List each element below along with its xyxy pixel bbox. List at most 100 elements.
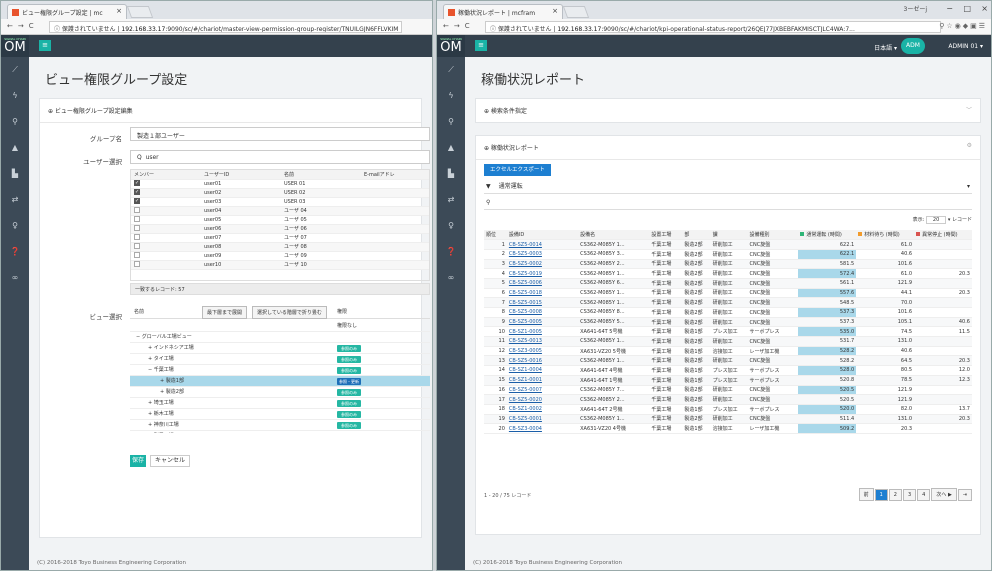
equipment-id-link[interactable]: CB-SZ1-0001: [506, 375, 579, 386]
table-row[interactable]: 10 CB-SZ1-0005 XA641-64T 5号機 千葉工場 製造1部 プレス加工サ…: [484, 326, 972, 338]
table-row[interactable]: ✓ user01 USER 01: [131, 179, 429, 189]
expand-all-button[interactable]: 最下層まで展開: [202, 306, 248, 319]
table-row[interactable]: 16 CB-SZ5-0007 CS362-M085Y 7... 千葉工場 製造2部 研削加…: [484, 385, 972, 396]
column-header[interactable]: 材料待ち (時間): [856, 230, 915, 241]
equipment-id-link[interactable]: CB-SZ5-0019: [506, 268, 579, 279]
col-user-id[interactable]: ユーザーID: [201, 170, 281, 180]
chart-icon[interactable]: ⟋: [437, 57, 465, 83]
tree-node[interactable]: − グローバル工場ビュー: [130, 332, 430, 343]
avatar[interactable]: ADM: [901, 38, 925, 54]
settings-icon[interactable]: ⚙: [967, 142, 972, 149]
table-row[interactable]: 13 CB-SZ5-0016 CS362-M085Y 1... 千葉工場 製造2部 研削加…: [484, 355, 972, 367]
table-row[interactable]: ✓ user02 USER 02: [131, 188, 429, 198]
nav-buttons[interactable]: ←→C: [7, 22, 39, 30]
new-tab-button[interactable]: [562, 6, 590, 18]
maximize-icon[interactable]: □: [963, 4, 971, 13]
table-row[interactable]: 3 CB-SZ5-0002 CS362-M085Y 2... 千葉工場 製造2部 研削加工…: [484, 259, 972, 270]
menu-button[interactable]: ≡: [39, 40, 51, 51]
save-button[interactable]: 保存: [130, 455, 146, 467]
permission-badge[interactable]: 参照のみ: [337, 422, 361, 429]
permission-badge[interactable]: 参照のみ: [337, 389, 361, 396]
extension-icons[interactable]: ⚲☆◉◆▣☰: [939, 22, 987, 30]
search-icon[interactable]: ⚲: [437, 109, 465, 135]
equipment-id-link[interactable]: CB-SZ5-0003: [506, 249, 579, 260]
equipment-id-link[interactable]: CB-SZ1-0005: [506, 326, 579, 338]
help-icon[interactable]: ❓: [1, 239, 29, 265]
table-row[interactable]: 17 CB-SZ5-0020 CS362-M085Y 2... 千葉工場 製造2部 研削加…: [484, 394, 972, 405]
table-row[interactable]: 6 CB-SZ5-0018 CS362-M085Y 1... 千葉工場 製造2部 研削加工…: [484, 288, 972, 299]
tree-node[interactable]: + インドネシア工場 参照のみ: [130, 343, 430, 354]
table-row[interactable]: user10 ユーザ 10: [131, 260, 429, 270]
collapse-button[interactable]: 選択している階層で折り畳む: [252, 306, 327, 319]
table-row[interactable]: 15 CB-SZ1-0001 XA641-64T 1号機 千葉工場 製造1部 プレス加工サ…: [484, 375, 972, 386]
equipment-id-link[interactable]: CB-SZ3-0004: [506, 423, 579, 434]
link-icon[interactable]: ∞: [437, 265, 465, 291]
column-header[interactable]: 通常運転 (時間): [798, 230, 857, 241]
equipment-id-link[interactable]: CB-SZ5-0015: [506, 297, 579, 308]
tree-node[interactable]: + タイ工場 参照のみ: [130, 354, 430, 365]
transfer-icon[interactable]: ⇄: [1, 187, 29, 213]
group-name-input[interactable]: 製造１部ユーザー: [130, 127, 430, 141]
tree-node[interactable]: + 製造2部 参照のみ: [130, 387, 430, 398]
member-checkbox[interactable]: [134, 234, 140, 241]
member-checkbox[interactable]: ✓: [134, 189, 140, 196]
equipment-id-link[interactable]: CB-SZ1-0002: [506, 404, 579, 415]
bolt-icon[interactable]: ϟ: [1, 83, 29, 109]
column-header[interactable]: 設備名: [578, 230, 650, 241]
table-row[interactable]: user08 ユーザ 08: [131, 242, 429, 252]
search-icon[interactable]: ⚲: [1, 109, 29, 135]
table-row[interactable]: 8 CB-SZ5-0008 CS362-M085Y 8... 千葉工場 製造2部 研削加工…: [484, 307, 972, 318]
pager-button[interactable]: 次へ ▶: [931, 488, 957, 501]
table-row[interactable]: user06 ユーザ 06: [131, 224, 429, 234]
bell-icon[interactable]: ▲: [1, 135, 29, 161]
factory-icon[interactable]: ▙: [1, 161, 29, 187]
cancel-button[interactable]: キャンセル: [150, 455, 191, 467]
member-checkbox[interactable]: [134, 243, 140, 250]
minimize-icon[interactable]: −: [946, 4, 953, 13]
pager-button[interactable]: ⇥: [957, 489, 972, 501]
column-header[interactable]: 設備ID: [506, 230, 579, 241]
tree-node[interactable]: + 埼玉工場 参照のみ: [130, 398, 430, 409]
table-row[interactable]: 9 CB-SZ5-0005 CS362-M085Y 5... 千葉工場 製造2部 研削加工…: [484, 317, 972, 328]
column-header[interactable]: 異常停止 (時間): [914, 230, 972, 241]
table-row[interactable]: user05 ユーザ 05: [131, 215, 429, 225]
link-icon[interactable]: ∞: [1, 265, 29, 291]
nav-buttons[interactable]: ←→C: [443, 22, 475, 30]
equipment-id-link[interactable]: CB-SZ5-0020: [506, 394, 579, 405]
transfer-icon[interactable]: ⇄: [437, 187, 465, 213]
col-name[interactable]: 名前: [281, 170, 361, 180]
equipment-id-link[interactable]: CB-SZ5-0014: [506, 239, 579, 250]
pin-icon[interactable]: ♀: [1, 213, 29, 239]
column-header[interactable]: 設置工場: [649, 230, 683, 241]
member-checkbox[interactable]: [134, 252, 140, 259]
factory-icon[interactable]: ▙: [437, 161, 465, 187]
member-checkbox[interactable]: ✓: [134, 198, 140, 205]
table-row[interactable]: 1 CB-SZ5-0014 CS362-M085Y 1... 千葉工場 製造2部 研削加工…: [484, 239, 972, 250]
language-select[interactable]: 日本語 ▾: [874, 43, 897, 52]
permission-badge[interactable]: 参照のみ: [337, 411, 361, 418]
pin-icon[interactable]: ♀: [437, 213, 465, 239]
browser-tab[interactable]: ビュー権限グループ設定 | mc ×: [7, 4, 127, 19]
panel-header[interactable]: ⊕ ビュー権限グループ設定編集: [40, 99, 421, 123]
table-row[interactable]: ✓ user03 USER 03: [131, 197, 429, 207]
member-checkbox[interactable]: [134, 261, 140, 268]
table-row[interactable]: user07 ユーザ 07: [131, 233, 429, 243]
equipment-id-link[interactable]: CB-SZ5-0001: [506, 414, 579, 425]
profile-name[interactable]: 3ーゼーj: [904, 4, 928, 13]
bolt-icon[interactable]: ϟ: [437, 83, 465, 109]
equipment-id-link[interactable]: CB-SZ1-0004: [506, 365, 579, 376]
permission-badge[interactable]: 参照のみ: [337, 345, 361, 352]
column-header[interactable]: 順位: [484, 230, 507, 241]
tree-node[interactable]: + 神奈川工場 参照のみ: [130, 420, 430, 431]
url-input[interactable]: ⓘ 保護されていません | 192.168.33.17:9090/sc/#/ch…: [49, 21, 402, 33]
page-size-select[interactable]: 表示: 20 ▾ レコード: [913, 216, 972, 224]
pager-button[interactable]: 前: [858, 488, 874, 501]
member-checkbox[interactable]: ✓: [134, 180, 140, 187]
tree-node[interactable]: − 千葉工場 参照のみ: [130, 365, 430, 376]
equipment-id-link[interactable]: CB-SZ5-0016: [506, 355, 579, 367]
equipment-id-link[interactable]: CB-SZ5-0007: [506, 385, 579, 396]
table-row[interactable]: 11 CB-SZ5-0013 CS362-M085Y 1... 千葉工場 製造2部 研削加…: [484, 336, 972, 347]
table-row[interactable]: 19 CB-SZ5-0001 CS362-M085Y 1... 千葉工場 製造2部 研削加…: [484, 414, 972, 425]
new-tab-button[interactable]: [126, 6, 154, 18]
table-row[interactable]: 18 CB-SZ1-0002 XA641-64T 2号機 千葉工場 製造1部 プレス加工サ…: [484, 404, 972, 415]
